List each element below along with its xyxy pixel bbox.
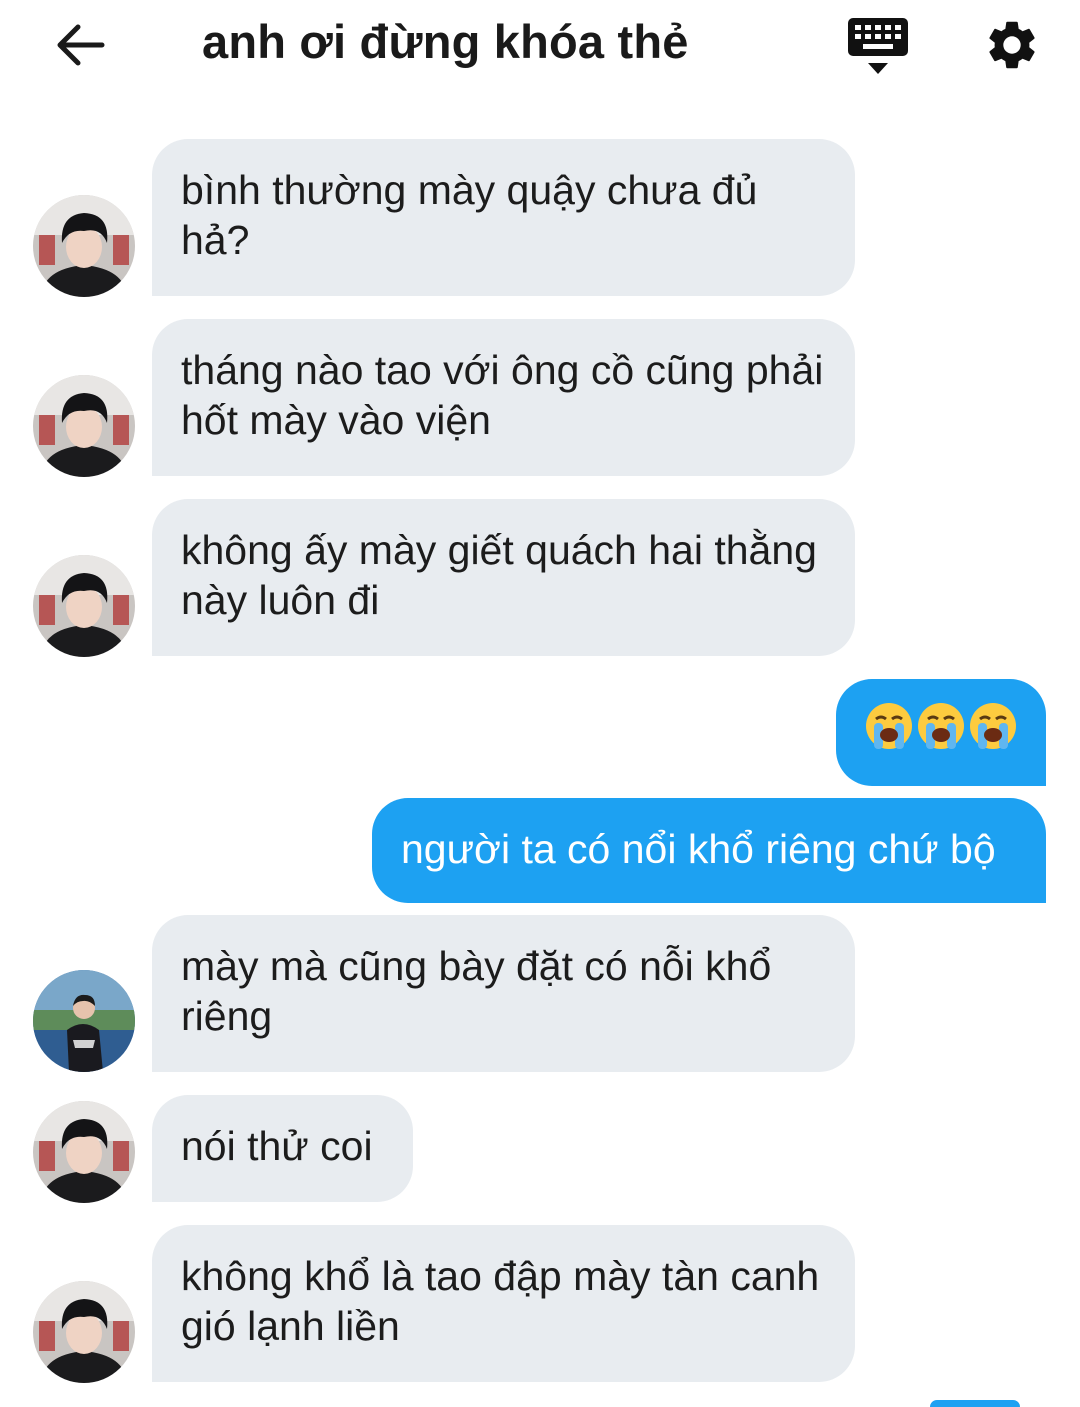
chat-header: anh ơi đừng khóa thẻ	[0, 0, 1080, 95]
incoming-message[interactable]: tháng nào tao với ông cồ cũng phải hốt m…	[152, 319, 855, 476]
outgoing-message-partial	[930, 1400, 1020, 1407]
avatar-image	[33, 555, 135, 657]
message-text: bình thường mày quậy chưa đủ hả?	[181, 167, 758, 263]
conversation-title: anh ơi đừng khóa thẻ	[202, 15, 689, 68]
contact-avatar[interactable]	[33, 555, 135, 657]
contact-avatar[interactable]	[33, 1101, 135, 1203]
avatar-image	[33, 1281, 135, 1383]
loudly-crying-face-icon	[918, 703, 964, 749]
keyboard-icon[interactable]	[846, 16, 910, 78]
message-text: người ta có nổi khổ riêng chứ bộ	[401, 826, 996, 872]
avatar-image	[33, 375, 135, 477]
avatar-image	[33, 970, 135, 1072]
avatar-image	[33, 195, 135, 297]
outgoing-message[interactable]	[836, 679, 1046, 786]
message-text: mày mà cũng bày đặt có nỗi khổ riêng	[181, 943, 772, 1039]
gear-icon[interactable]	[983, 16, 1041, 74]
outgoing-message[interactable]: người ta có nổi khổ riêng chứ bộ	[372, 798, 1046, 903]
contact-avatar[interactable]	[33, 375, 135, 477]
message-text: không khổ là tao đập mày tàn canh gió lạ…	[181, 1253, 820, 1349]
message-text: không ấy mày giết quách hai thằng này lu…	[181, 527, 817, 623]
contact-avatar[interactable]	[33, 1281, 135, 1383]
incoming-message[interactable]: mày mà cũng bày đặt có nỗi khổ riêng	[152, 915, 855, 1072]
loudly-crying-face-icon	[970, 703, 1016, 749]
arrow-left-icon[interactable]	[52, 20, 108, 70]
incoming-message[interactable]: nói thử coi	[152, 1095, 413, 1202]
incoming-message[interactable]: không ấy mày giết quách hai thằng này lu…	[152, 499, 855, 656]
loudly-crying-face-icon	[866, 703, 912, 749]
contact-avatar[interactable]	[33, 195, 135, 297]
message-text: tháng nào tao với ông cồ cũng phải hốt m…	[181, 347, 824, 443]
message-text: nói thử coi	[181, 1123, 373, 1169]
incoming-message[interactable]: bình thường mày quậy chưa đủ hả?	[152, 139, 855, 296]
avatar-image	[33, 1101, 135, 1203]
emoji-row	[864, 701, 1020, 751]
incoming-message[interactable]: không khổ là tao đập mày tàn canh gió lạ…	[152, 1225, 855, 1382]
contact-avatar[interactable]	[33, 970, 135, 1072]
